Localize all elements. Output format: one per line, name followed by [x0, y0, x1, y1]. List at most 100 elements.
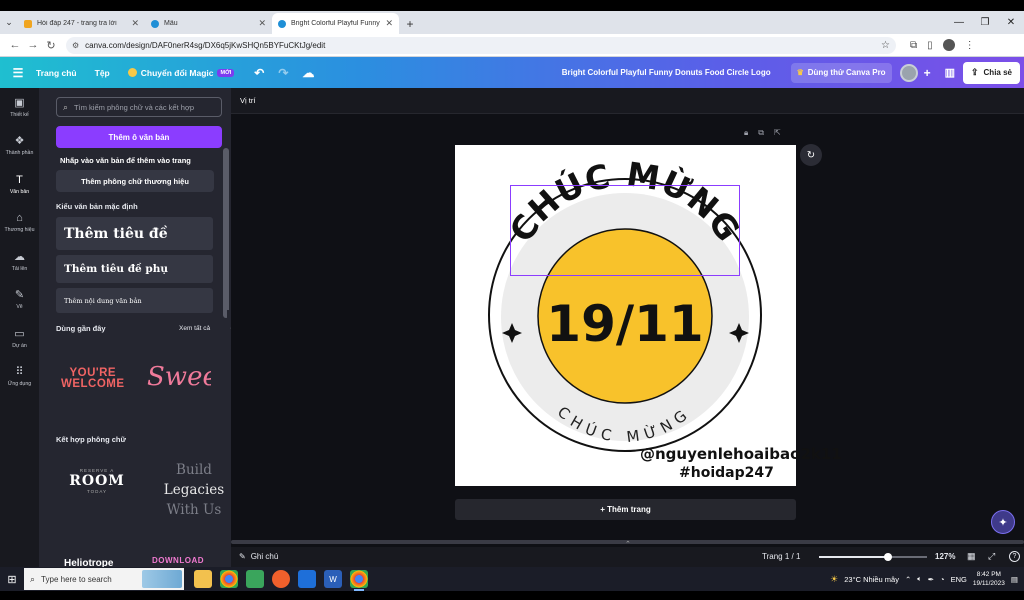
- combo-reserve-room[interactable]: RESERVE A ROOM TODAY: [61, 468, 133, 494]
- recent-font-sweet[interactable]: Sweet: [147, 362, 211, 392]
- back-arrow-icon[interactable]: ←: [6, 39, 24, 51]
- restore-icon[interactable]: ❐: [972, 17, 998, 28]
- position-button[interactable]: Vị trí: [240, 96, 255, 105]
- hamburger-menu-icon[interactable]: ☰: [0, 66, 36, 80]
- duplicate-page-icon[interactable]: ⧉: [758, 128, 764, 138]
- bottom-strip: [0, 591, 1024, 600]
- redo-icon[interactable]: ↷: [278, 66, 288, 80]
- page-counter[interactable]: Trang 1 / 1: [762, 552, 800, 561]
- add-page-icon[interactable]: ⇱: [774, 128, 781, 138]
- pen-icon[interactable]: ✒: [928, 575, 934, 584]
- windows-start-icon[interactable]: ⊞: [0, 567, 24, 591]
- combo-download[interactable]: DOWNLOAD: [152, 556, 204, 565]
- see-all-link[interactable]: Xem tất cả: [179, 325, 210, 332]
- add-text-hint: Nhấp vào văn bản để thêm vào trang: [60, 156, 191, 165]
- volume-icon[interactable]: 🔈︎: [917, 574, 922, 584]
- add-textbox-button[interactable]: Thêm ô văn bản: [56, 126, 222, 148]
- chat-app-icon[interactable]: [246, 570, 264, 588]
- language-indicator[interactable]: ENG: [951, 575, 967, 584]
- add-brand-font-button[interactable]: Thêm phông chữ thương hiệu: [56, 170, 214, 192]
- file-menu[interactable]: Tệp: [95, 68, 110, 78]
- rotate-refresh-icon[interactable]: ↻: [800, 144, 822, 166]
- url-field[interactable]: ⚙ canva.com/design/DAF0nerR4sg/DX6q5jKwS…: [66, 36, 896, 54]
- browser-tab-bar: ⌄ Hỏi đáp 247 - trang tra lời ✕ Mẫu ✕ Br…: [0, 11, 1024, 34]
- lock-icon[interactable]: 🔒︎: [744, 128, 748, 138]
- forward-arrow-icon[interactable]: →: [24, 39, 42, 51]
- notes-button[interactable]: ✎ Ghi chú: [239, 552, 278, 561]
- font-search-box[interactable]: ⌕: [56, 97, 222, 117]
- try-pro-button[interactable]: ♛ Dùng thử Canva Pro: [790, 62, 892, 83]
- combo-build-legacies[interactable]: Build Legacies With Us: [159, 460, 229, 520]
- zoom-slider[interactable]: [819, 553, 927, 561]
- home-menu[interactable]: Trang chủ: [36, 68, 77, 78]
- zoom-level[interactable]: 127%: [935, 552, 955, 561]
- share-button[interactable]: ⇪ Chia sẻ: [962, 61, 1020, 84]
- zoom-slider-knob[interactable]: [884, 553, 893, 561]
- close-icon[interactable]: ✕: [131, 18, 139, 29]
- close-icon[interactable]: ✕: [258, 18, 266, 29]
- rail-item-draw[interactable]: ✎ Vẽ: [0, 281, 39, 320]
- help-icon[interactable]: ?: [1009, 551, 1020, 562]
- add-subheading-button[interactable]: Thêm tiêu đề phụ: [56, 255, 213, 283]
- rail-item-elements[interactable]: ❖ Thành phần: [0, 127, 39, 166]
- magic-switch-button[interactable]: Chuyển đổi Magic MỚI: [127, 68, 235, 78]
- text-selection-box[interactable]: [510, 185, 740, 276]
- tab-search-icon[interactable]: ⌄: [0, 11, 18, 34]
- share-label: Chia sẻ: [983, 68, 1012, 77]
- magic-assistant-sparkle-icon[interactable]: ✦: [991, 510, 1015, 534]
- taskbar-search[interactable]: ⌕ Type here to search: [24, 568, 184, 590]
- minimize-icon[interactable]: —: [946, 17, 972, 28]
- magic-star-icon: [127, 68, 137, 77]
- recent-font-youre-welcome[interactable]: YOU'RE WELCOME: [61, 367, 125, 390]
- add-page-button[interactable]: + Thêm trang: [455, 499, 796, 520]
- rail-item-apps[interactable]: ⠿ Ứng dụng: [0, 358, 39, 397]
- new-tab-plus-icon[interactable]: +: [399, 13, 421, 34]
- rail-item-design[interactable]: ▣ Thiết kế: [0, 88, 39, 127]
- cloud-save-icon[interactable]: ☁: [302, 66, 314, 80]
- font-search-input[interactable]: [74, 102, 215, 112]
- close-window-icon[interactable]: ✕: [998, 17, 1024, 28]
- zalo-icon[interactable]: [298, 570, 316, 588]
- side-panel-icon[interactable]: ▯: [927, 40, 933, 51]
- browser-tab-hoidap[interactable]: Hỏi đáp 247 - trang tra lời ✕: [18, 13, 145, 34]
- rail-item-text[interactable]: T Văn bản: [0, 165, 39, 204]
- combo-heliotrope[interactable]: Heliotrope: [64, 558, 113, 567]
- word-icon[interactable]: W: [324, 570, 342, 588]
- insights-chart-icon[interactable]: ▥: [945, 66, 955, 79]
- chrome-active-icon[interactable]: [350, 570, 368, 591]
- profile-avatar-icon[interactable]: [942, 39, 955, 51]
- bookmark-star-icon[interactable]: ☆: [881, 40, 890, 51]
- close-icon[interactable]: ✕: [385, 18, 393, 29]
- firefox-icon[interactable]: [272, 570, 290, 588]
- fullscreen-icon[interactable]: ⤢: [988, 551, 995, 562]
- panel-scrollbar[interactable]: [223, 148, 229, 558]
- site-info-icon[interactable]: ⚙: [72, 41, 79, 50]
- add-collaborator-plus-icon[interactable]: +: [924, 66, 931, 80]
- grid-view-icon[interactable]: ▦: [967, 551, 976, 562]
- notification-icon[interactable]: ▤: [1011, 575, 1018, 584]
- panel-scroll-thumb[interactable]: [223, 148, 229, 318]
- rail-label: Dự án: [12, 342, 27, 349]
- design-page[interactable]: CHÚC MỪNG 19/11 CHÚC MỪNG: [455, 145, 796, 486]
- tray-chevron-icon[interactable]: ⌃: [905, 575, 911, 584]
- add-body-text-button[interactable]: Thêm nội dung văn bản: [56, 288, 213, 313]
- browser-tab-design[interactable]: Bright Colorful Playful Funny D ✕: [272, 13, 399, 34]
- hoidap-favicon-icon: [24, 19, 32, 28]
- avatar[interactable]: [899, 63, 918, 82]
- reload-icon[interactable]: ↻: [42, 39, 60, 52]
- chrome-icon[interactable]: [220, 570, 238, 588]
- clock[interactable]: 8:42 PM 19/11/2023: [973, 570, 1005, 588]
- rail-item-uploads[interactable]: ☁ Tải lên: [0, 242, 39, 281]
- rail-item-projects[interactable]: ▭ Dự án: [0, 319, 39, 358]
- browser-tab-mau[interactable]: Mẫu ✕: [145, 13, 272, 34]
- undo-icon[interactable]: ↶: [254, 66, 264, 80]
- browser-menu-icon[interactable]: ⋮: [965, 40, 975, 51]
- rail-item-brand[interactable]: ⌂ Thương hiệu: [0, 204, 39, 243]
- weather-text[interactable]: 23°C Nhiều mây: [844, 575, 899, 584]
- design-title[interactable]: Bright Colorful Playful Funny Donuts Foo…: [562, 68, 771, 77]
- file-explorer-icon[interactable]: [194, 570, 212, 588]
- weather-icon[interactable]: ☀: [830, 574, 838, 585]
- wifi-icon[interactable]: ◔: [940, 575, 945, 584]
- extensions-puzzle-icon[interactable]: ⧉: [910, 40, 917, 51]
- add-heading-button[interactable]: Thêm tiêu đề: [56, 217, 213, 250]
